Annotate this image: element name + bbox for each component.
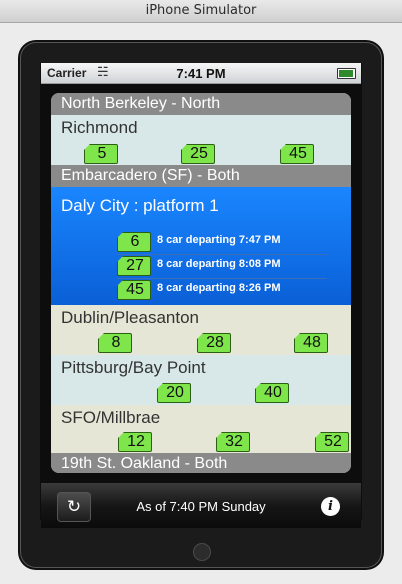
destination-name: Pittsburg/Bay Point (61, 358, 206, 377)
minutes-badge: 40 (255, 383, 289, 403)
minutes-badge: 8 (98, 333, 132, 353)
minutes-badge: 28 (197, 333, 231, 353)
minutes-badge: 5 (84, 144, 118, 164)
destination-row[interactable]: Pittsburg/Bay Point 20 40 (51, 355, 351, 405)
battery-icon (337, 68, 356, 79)
destination-name: Dublin/Pleasanton (61, 308, 199, 327)
minutes-badge: 45 (117, 280, 151, 300)
departure-row: 6 8 car departing 7:47 PM (117, 230, 327, 255)
station-header: 19th St. Oakland - Both (51, 453, 351, 473)
departure-text: 8 car departing 8:08 PM (157, 258, 281, 270)
destination-row[interactable]: SFO/Millbrae 12 32 52 (51, 405, 351, 453)
minutes-badge: 48 (294, 333, 328, 353)
minutes-badge: 45 (280, 144, 314, 164)
destination-name: Richmond (61, 118, 138, 137)
minutes-badge: 20 (157, 383, 191, 403)
battery-level (339, 70, 353, 77)
updated-timestamp: As of 7:40 PM Sunday (136, 499, 266, 514)
minutes-badge: 27 (117, 256, 151, 276)
info-icon[interactable]: i (321, 497, 340, 516)
destination-name: Daly City : platform 1 (61, 196, 219, 215)
departures-list[interactable]: North Berkeley - North Richmond 5 25 45 … (51, 93, 351, 473)
status-bar: Carrier ☵ 7:41 PM (41, 63, 361, 84)
station-header: Embarcadero (SF) - Both (51, 165, 351, 187)
minutes-badge: 32 (216, 432, 250, 452)
departure-row: 45 8 car departing 8:26 PM (117, 278, 327, 302)
destination-row[interactable]: Richmond 5 25 45 (51, 115, 351, 165)
minutes-badge: 25 (181, 144, 215, 164)
status-time: 7:41 PM (176, 66, 226, 81)
window-title: iPhone Simulator (0, 0, 402, 23)
minutes-badge: 12 (118, 432, 152, 452)
minutes-badge: 52 (315, 432, 349, 452)
bottom-toolbar: ↻ As of 7:40 PM Sunday i (41, 483, 361, 528)
minutes-badge: 6 (117, 232, 151, 252)
station-header: North Berkeley - North (51, 93, 351, 115)
departure-text: 8 car departing 7:47 PM (157, 234, 281, 246)
destination-row-selected[interactable]: Daly City : platform 1 6 8 car departing… (51, 187, 351, 305)
destination-row[interactable]: Dublin/Pleasanton 8 28 48 (51, 305, 351, 355)
departure-row: 27 8 car departing 8:08 PM (117, 254, 327, 279)
destination-name: SFO/Millbrae (61, 408, 161, 427)
departure-text: 8 car departing 8:26 PM (157, 282, 281, 294)
home-button[interactable] (193, 543, 211, 561)
